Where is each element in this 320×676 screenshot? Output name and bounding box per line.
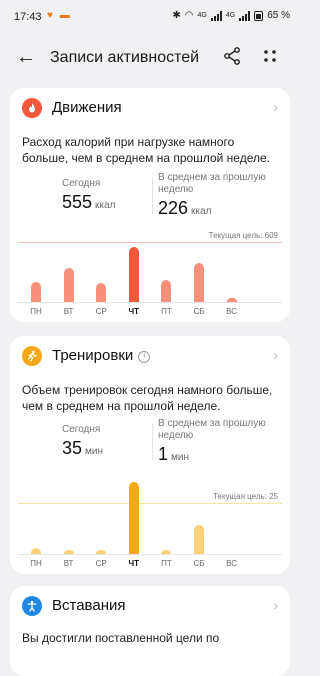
battery-percent: 65 %: [267, 10, 290, 21]
day-label: ПТ: [161, 559, 172, 568]
day-label: ВТ: [63, 559, 74, 568]
signal-icon-2: [239, 10, 251, 21]
movement-title: Движения: [52, 99, 122, 116]
stat-divider: [152, 178, 153, 214]
bar-СР[interactable]: [96, 549, 107, 554]
runner-icon: [22, 346, 42, 366]
movement-card-header: Движения ›: [10, 88, 290, 128]
chart-axis: [18, 302, 282, 303]
bar-СБ[interactable]: [194, 262, 204, 302]
workouts-today-label: Сегодня: [62, 424, 101, 435]
chevron-right-icon[interactable]: ›: [273, 99, 278, 115]
bar-ПН[interactable]: [31, 282, 41, 302]
bar-СР[interactable]: [96, 283, 107, 302]
status-time: 17:43: [14, 11, 42, 23]
bar-ЧТ[interactable]: [128, 247, 139, 302]
bar-ВТ[interactable]: [63, 549, 74, 554]
bar-ВТ[interactable]: [63, 267, 74, 302]
movement-avg-label: В среднем за прошлую неделю: [158, 172, 266, 195]
info-icon[interactable]: i: [138, 351, 151, 363]
notification-icons: ♥ ▬: [47, 10, 72, 21]
app-header: ← Записи активностей: [0, 40, 300, 76]
status-right: ✱ ◠ 4G 4G 65 %: [172, 10, 290, 21]
workouts-card[interactable]: Тренировки i › Объем тренировок сегодня н…: [10, 336, 290, 574]
day-label: СР: [95, 559, 107, 568]
workouts-avg-unit: мин: [171, 452, 189, 463]
standing-title: Вставания: [52, 597, 126, 614]
bluetooth-icon: ✱: [172, 10, 181, 21]
day-label: ПТ: [161, 307, 172, 316]
movement-description: Расход калорий при нагрузке намного боль…: [22, 135, 270, 165]
goal-line: [18, 502, 282, 504]
bar-ПТ[interactable]: [161, 549, 172, 554]
day-label: ЧТ: [128, 307, 140, 316]
network-type-1: 4G: [197, 12, 207, 19]
standing-description: Вы достигли поставленной цели по: [22, 631, 220, 645]
standing-person-icon: [22, 596, 42, 616]
workouts-description: Объем тренировок сегодня намного больше,…: [22, 383, 273, 413]
battery-icon: [254, 10, 264, 21]
workouts-today-value: 35 мин: [62, 438, 104, 458]
chart-axis: [18, 554, 282, 555]
bar-ЧТ[interactable]: [128, 482, 139, 554]
page-title: Записи активностей: [50, 49, 200, 66]
day-label: СБ: [193, 559, 205, 568]
day-label: ПН: [30, 307, 42, 316]
day-label: ЧТ: [128, 559, 140, 568]
standing-card-header: Вставания ›: [10, 586, 290, 626]
goal-label: Текущая цель: 609: [208, 231, 278, 240]
back-arrow-icon[interactable]: ←: [16, 46, 36, 69]
bar-СБ[interactable]: [194, 525, 204, 554]
flame-icon: [22, 98, 42, 118]
day-label: ВС: [226, 559, 238, 568]
day-label: ПН: [30, 559, 42, 568]
workouts-today-unit: мин: [85, 446, 104, 457]
movement-weekly-chart: Текущая цель: 609 ПН ВТ СР ЧТ ПТ СБ ВС: [10, 230, 290, 322]
bar-ПН[interactable]: [31, 547, 41, 554]
wifi-icon: ◠: [184, 10, 194, 21]
workouts-avg-value: 1 мин: [158, 444, 189, 464]
workouts-title: Тренировки i: [52, 347, 151, 364]
movement-today-label: Сегодня: [62, 178, 101, 189]
movement-today-value: 555 ккал: [62, 192, 116, 212]
movement-avg-value: 226 ккал: [158, 198, 212, 218]
chevron-right-icon[interactable]: ›: [273, 597, 278, 613]
day-label: СР: [95, 307, 107, 316]
more-options-icon[interactable]: [262, 48, 278, 64]
day-label: ВС: [226, 307, 238, 316]
movement-today-unit: ккал: [95, 200, 116, 211]
workouts-weekly-chart: Текущая цель: 25 ПН ВТ СР ЧТ ПТ СБ ВС: [10, 472, 290, 568]
workouts-avg-label: В среднем за прошлую неделю: [158, 418, 266, 441]
status-bar: 17:43 ♥ ▬ ✱ ◠ 4G 4G 65 %: [0, 0, 300, 34]
bar-ПТ[interactable]: [161, 280, 172, 302]
share-icon[interactable]: [222, 46, 242, 66]
goal-line: [18, 242, 282, 243]
day-label: СБ: [193, 307, 205, 316]
movement-avg-unit: ккал: [191, 206, 212, 217]
day-label: ВТ: [63, 307, 74, 316]
standing-card[interactable]: Вставания › Вы достигли поставленной цел…: [10, 586, 290, 676]
movement-card[interactable]: Движения › Расход калорий при нагрузке н…: [10, 88, 290, 322]
signal-icon: [210, 10, 222, 21]
workouts-card-header: Тренировки i ›: [10, 336, 290, 376]
chevron-right-icon[interactable]: ›: [273, 347, 278, 363]
bar-ВС[interactable]: [226, 298, 237, 302]
stat-divider: [152, 424, 153, 460]
network-type-2: 4G: [225, 12, 236, 19]
goal-label: Текущая цель: 25: [213, 491, 278, 501]
